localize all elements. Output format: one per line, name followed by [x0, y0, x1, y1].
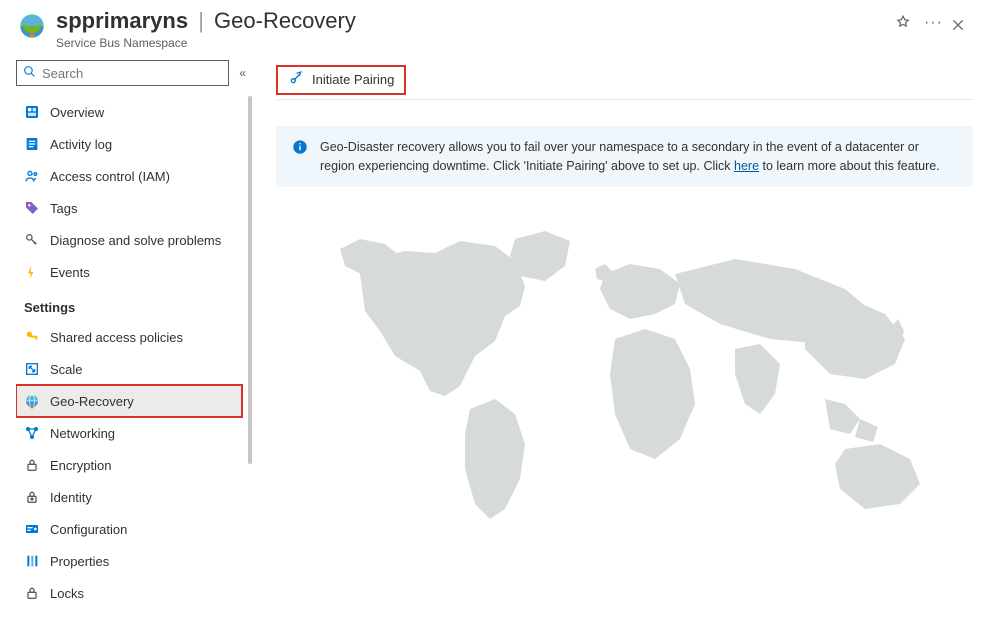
- overview-icon: [24, 104, 40, 120]
- sidebar-item-label: Scale: [50, 362, 83, 377]
- sidebar-item-overview[interactable]: Overview: [16, 96, 242, 128]
- sidebar-item-label: Encryption: [50, 458, 111, 473]
- sidebar-item-label: Networking: [50, 426, 115, 441]
- sidebar-item-label: Properties: [50, 554, 109, 569]
- sidebar-item-label: Activity log: [50, 137, 112, 152]
- scale-icon: [24, 361, 40, 377]
- sidebar-item-label: Identity: [50, 490, 92, 505]
- resource-type-label: Service Bus Namespace: [56, 36, 888, 50]
- sidebar-search[interactable]: [16, 60, 229, 86]
- tags-icon: [24, 200, 40, 216]
- sidebar: « Overview Activity log Access control (IA…: [0, 60, 248, 622]
- sidebar-item-label: Geo-Recovery: [50, 394, 134, 409]
- blade-name: Geo-Recovery: [214, 8, 356, 33]
- networking-icon: [24, 425, 40, 441]
- sidebar-item-activity-log[interactable]: Activity log: [16, 128, 242, 160]
- collapse-sidebar-button[interactable]: «: [239, 66, 242, 80]
- info-text: Geo-Disaster recovery allows you to fail…: [320, 138, 957, 174]
- sidebar-item-label: Overview: [50, 105, 104, 120]
- pairing-icon: [288, 70, 304, 89]
- initiate-pairing-button[interactable]: Initiate Pairing: [276, 65, 406, 95]
- world-map: [276, 187, 973, 622]
- properties-icon: [24, 553, 40, 569]
- sidebar-item-label: Tags: [50, 201, 77, 216]
- sidebar-item-label: Diagnose and solve problems: [50, 233, 221, 248]
- command-bar: Initiate Pairing: [276, 60, 973, 100]
- sidebar-item-label: Events: [50, 265, 90, 280]
- resource-type-icon: [18, 12, 46, 40]
- sidebar-item-properties[interactable]: Properties: [16, 545, 242, 577]
- sidebar-item-label: Locks: [50, 586, 84, 601]
- page-title: spprimaryns | Geo-Recovery: [56, 8, 888, 34]
- identity-icon: [24, 489, 40, 505]
- more-icon[interactable]: ···: [924, 14, 943, 32]
- sidebar-item-events[interactable]: Events: [16, 256, 242, 288]
- sidebar-search-input[interactable]: [42, 66, 222, 81]
- lock-icon: [24, 457, 40, 473]
- info-icon: [292, 139, 308, 155]
- activitylog-icon: [24, 136, 40, 152]
- info-banner: Geo-Disaster recovery allows you to fail…: [276, 126, 973, 186]
- events-icon: [24, 264, 40, 280]
- sidebar-item-label: Access control (IAM): [50, 169, 170, 184]
- resource-name: spprimaryns: [56, 8, 188, 33]
- config-icon: [24, 521, 40, 537]
- locks-icon: [24, 585, 40, 601]
- sidebar-item-identity[interactable]: Identity: [16, 481, 242, 513]
- sidebar-item-label: Shared access policies: [50, 330, 183, 345]
- initiate-pairing-label: Initiate Pairing: [312, 72, 394, 87]
- iam-icon: [24, 168, 40, 184]
- learn-more-link[interactable]: here: [734, 159, 759, 173]
- globe-icon: [24, 393, 40, 409]
- pin-icon[interactable]: [896, 15, 910, 32]
- sidebar-item-scale[interactable]: Scale: [16, 353, 242, 385]
- key-icon: [24, 329, 40, 345]
- sidebar-item-locks[interactable]: Locks: [16, 577, 242, 609]
- sidebar-item-shared-access-policies[interactable]: Shared access policies: [16, 321, 242, 353]
- sidebar-item-geo-recovery[interactable]: Geo-Recovery: [16, 385, 242, 417]
- diagnose-icon: [24, 232, 40, 248]
- sidebar-section-settings: Settings: [16, 288, 242, 321]
- sidebar-item-configuration[interactable]: Configuration: [16, 513, 242, 545]
- sidebar-item-tags[interactable]: Tags: [16, 192, 242, 224]
- close-button[interactable]: [943, 14, 973, 41]
- sidebar-item-diagnose-and-solve-problems[interactable]: Diagnose and solve problems: [16, 224, 242, 256]
- blade-header: spprimaryns | Geo-Recovery Service Bus N…: [0, 0, 989, 60]
- sidebar-scrollbar[interactable]: [246, 96, 252, 622]
- sidebar-item-networking[interactable]: Networking: [16, 417, 242, 449]
- search-icon: [23, 65, 36, 81]
- main-content: Initiate Pairing Geo-Disaster recovery a…: [248, 60, 989, 622]
- sidebar-item-label: Configuration: [50, 522, 127, 537]
- sidebar-item-access-control-iam-[interactable]: Access control (IAM): [16, 160, 242, 192]
- sidebar-item-encryption[interactable]: Encryption: [16, 449, 242, 481]
